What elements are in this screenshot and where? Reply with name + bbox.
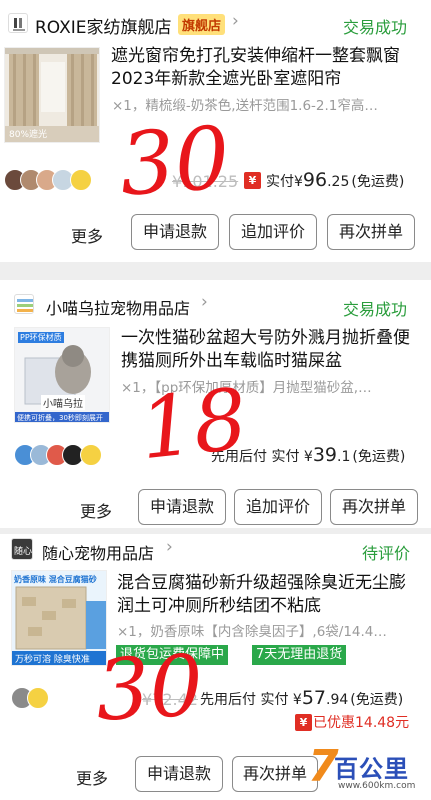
paid-label: 实付 — [260, 692, 289, 708]
freight-insurance-tag: 退货包运费保障中 — [116, 645, 229, 665]
buyer-avatars[interactable] — [4, 169, 94, 193]
flagship-badge: 旗舰店 — [178, 14, 226, 35]
paid-label: 实付 — [266, 174, 294, 190]
watermark: 7 百公里 www.600km.com — [308, 745, 426, 797]
shipping-note: (免运费) — [351, 174, 405, 190]
paid-amount: 实付¥96.25 (免运费) — [266, 169, 404, 191]
paid-amount: 先用后付 实付 ¥57.94 (免运费) — [200, 687, 403, 709]
price-integer: 57 — [301, 687, 327, 709]
more-button[interactable]: 更多 — [71, 223, 103, 247]
refund-button[interactable]: 申请退款 — [131, 214, 219, 250]
svg-text:随心: 随心 — [14, 545, 32, 557]
buyer-avatars[interactable] — [11, 687, 71, 711]
thumb-header: 奶香原味 混合豆腐猫砂 — [14, 575, 97, 584]
red-packet-icon: ¥ — [295, 714, 312, 731]
avatar — [70, 169, 92, 191]
product-title[interactable]: 混合豆腐猫砂新升级超强除臭近无尘膨润土可冲厕所秒结团不粘底 — [117, 572, 422, 618]
paid-amount: 先用后付 实付 ¥39.1 (免运费) — [211, 444, 405, 466]
currency-symbol: ¥ — [294, 174, 303, 190]
shipping-note: (免运费) — [352, 449, 406, 465]
reorder-button[interactable]: 再次拼单 — [330, 489, 418, 525]
thumb-footer: 便携可折叠，30秒即刻展开 — [17, 414, 103, 422]
shop-logo[interactable]: 随心 — [11, 538, 33, 560]
product-thumbnail[interactable]: 奶香原味 混合豆腐猫砂 万秒可溶 除臭快准 — [11, 570, 107, 666]
red-packet-icon: ¥ — [244, 172, 261, 189]
shop-name[interactable]: ROXIE家纺旗舰店 — [35, 13, 172, 38]
pay-later-label: 先用后付 — [200, 692, 256, 708]
price-decimal: .25 — [327, 174, 350, 190]
return-policy-tag: 7天无理由退货 — [252, 645, 347, 665]
order-status: 交易成功 — [343, 300, 408, 319]
original-price: ¥101.25 — [172, 172, 239, 191]
thumb-tag: PP环保材质 — [18, 332, 64, 343]
discount-note: 已优惠14.48元 — [313, 715, 410, 731]
order-card: 小喵乌拉宠物用品店 › 交易成功 PP环保材质 小喵乌拉 便携可折叠，30秒即刻… — [0, 280, 431, 528]
shipping-note: (免运费) — [350, 692, 404, 708]
price-integer: 39 — [312, 444, 338, 466]
product-title[interactable]: 遮光窗帘免打孔安装伸缩杆一整套飘窗2023年新款全遮光卧室遮阳帘 — [111, 45, 423, 91]
thumb-footer: 万秒可溶 除臭快准 — [15, 655, 90, 665]
order-status: 交易成功 — [343, 18, 408, 37]
thumb-brand: 小喵乌拉 — [41, 395, 85, 410]
pay-later-label: 先用后付 — [211, 449, 267, 465]
currency-symbol: ¥ — [303, 449, 313, 465]
chevron-right-icon[interactable]: › — [201, 292, 208, 312]
price-integer: 96 — [302, 169, 328, 191]
handwritten-annotation: 30 — [116, 108, 233, 216]
refund-button[interactable]: 申请退款 — [135, 756, 223, 792]
chevron-right-icon[interactable]: › — [232, 11, 239, 31]
add-review-button[interactable]: 追加评价 — [229, 214, 317, 250]
reorder-button[interactable]: 再次拼单 — [327, 214, 415, 250]
thumb-caption: 80%遮光 — [9, 130, 48, 140]
more-button[interactable]: 更多 — [76, 765, 108, 789]
shop-name[interactable]: 随心宠物用品店 — [42, 540, 154, 564]
shop-logo[interactable] — [14, 294, 34, 314]
watermark-url: www.600km.com — [338, 781, 416, 791]
original-price: ¥72.42 — [142, 690, 198, 709]
shop-logo[interactable] — [8, 13, 28, 33]
currency-symbol: ¥ — [292, 692, 302, 708]
avatar — [80, 444, 102, 466]
reorder-button[interactable]: 再次拼单 — [232, 756, 318, 792]
avatar — [27, 687, 49, 709]
watermark-brand: 百公里 — [334, 755, 409, 783]
product-title[interactable]: 一次性猫砂盆超大号防外溅月抛折叠便携猫厕所外出车载临时猫屎盆 — [121, 327, 421, 373]
paid-label: 实付 — [271, 449, 300, 465]
product-spec: ×1，【pp环保加厚材质】月抛型猫砂盆,… — [121, 380, 372, 396]
buyer-avatars[interactable] — [14, 444, 104, 468]
product-thumbnail[interactable]: PP环保材质 小喵乌拉 便携可折叠，30秒即刻展开 — [14, 327, 110, 423]
product-spec: ×1，精梳缎-奶茶色,送杆范围1.6-2.1窄高… — [112, 98, 378, 114]
more-button[interactable]: 更多 — [80, 498, 112, 522]
shop-name[interactable]: 小喵乌拉宠物用品店 — [46, 295, 190, 319]
price-decimal: .94 — [326, 692, 349, 708]
chevron-right-icon[interactable]: › — [166, 537, 173, 557]
price-decimal: .1 — [337, 449, 351, 465]
order-card: ROXIE家纺旗舰店 旗舰店 › 交易成功 80%遮光 遮光窗帘免打孔安装伸缩杆… — [0, 0, 431, 262]
product-spec: ×1，奶香原味【内含除臭因子】,6袋/14.4… — [117, 624, 387, 640]
order-status: 待评价 — [362, 544, 411, 563]
refund-button[interactable]: 申请退款 — [138, 489, 226, 525]
add-review-button[interactable]: 追加评价 — [234, 489, 322, 525]
product-thumbnail[interactable]: 80%遮光 — [4, 47, 100, 143]
